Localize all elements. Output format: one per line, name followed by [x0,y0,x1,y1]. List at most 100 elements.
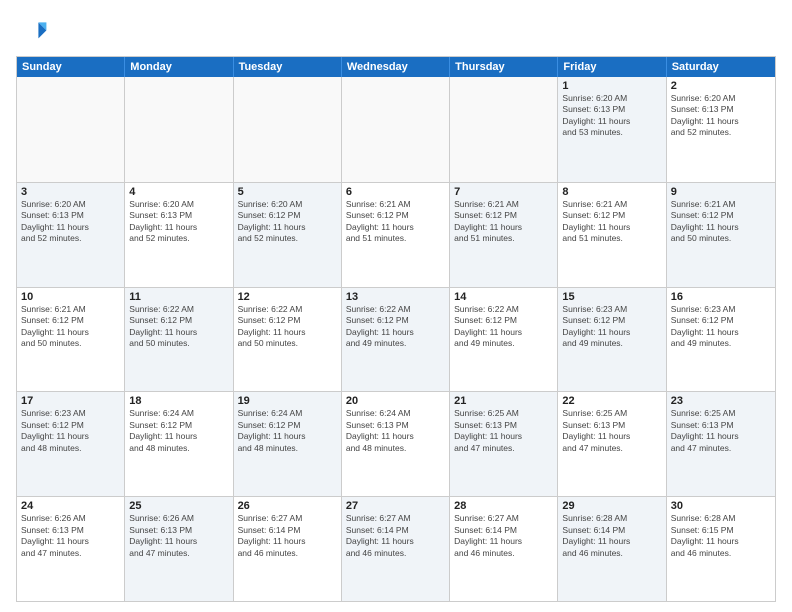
day-cell-9: 9Sunrise: 6:21 AMSunset: 6:12 PMDaylight… [667,183,775,287]
day-number: 1 [562,80,661,92]
day-number: 12 [238,291,337,303]
day-cell-12: 12Sunrise: 6:22 AMSunset: 6:12 PMDayligh… [234,288,342,392]
day-info: Sunrise: 6:21 AMSunset: 6:12 PMDaylight:… [346,199,445,245]
day-number: 11 [129,291,228,303]
day-info: Sunrise: 6:28 AMSunset: 6:14 PMDaylight:… [562,513,661,559]
day-info: Sunrise: 6:22 AMSunset: 6:12 PMDaylight:… [346,304,445,350]
day-cell-19: 19Sunrise: 6:24 AMSunset: 6:12 PMDayligh… [234,392,342,496]
day-number: 25 [129,500,228,512]
calendar-header: SundayMondayTuesdayWednesdayThursdayFrid… [17,57,775,77]
day-cell-18: 18Sunrise: 6:24 AMSunset: 6:12 PMDayligh… [125,392,233,496]
day-cell-23: 23Sunrise: 6:25 AMSunset: 6:13 PMDayligh… [667,392,775,496]
day-info: Sunrise: 6:24 AMSunset: 6:12 PMDaylight:… [238,408,337,454]
day-cell-6: 6Sunrise: 6:21 AMSunset: 6:12 PMDaylight… [342,183,450,287]
day-cell-21: 21Sunrise: 6:25 AMSunset: 6:13 PMDayligh… [450,392,558,496]
weekday-header-wednesday: Wednesday [342,57,450,77]
empty-cell [450,77,558,182]
weekday-header-friday: Friday [558,57,666,77]
day-number: 16 [671,291,771,303]
day-info: Sunrise: 6:25 AMSunset: 6:13 PMDaylight:… [562,408,661,454]
day-number: 27 [346,500,445,512]
day-cell-4: 4Sunrise: 6:20 AMSunset: 6:13 PMDaylight… [125,183,233,287]
weekday-header-sunday: Sunday [17,57,125,77]
day-number: 8 [562,186,661,198]
day-info: Sunrise: 6:27 AMSunset: 6:14 PMDaylight:… [454,513,553,559]
day-number: 23 [671,395,771,407]
day-cell-26: 26Sunrise: 6:27 AMSunset: 6:14 PMDayligh… [234,497,342,601]
day-number: 29 [562,500,661,512]
day-number: 4 [129,186,228,198]
day-info: Sunrise: 6:24 AMSunset: 6:13 PMDaylight:… [346,408,445,454]
calendar-body: 1Sunrise: 6:20 AMSunset: 6:13 PMDaylight… [17,77,775,601]
day-number: 6 [346,186,445,198]
day-cell-28: 28Sunrise: 6:27 AMSunset: 6:14 PMDayligh… [450,497,558,601]
day-number: 15 [562,291,661,303]
empty-cell [342,77,450,182]
day-info: Sunrise: 6:20 AMSunset: 6:13 PMDaylight:… [129,199,228,245]
day-cell-27: 27Sunrise: 6:27 AMSunset: 6:14 PMDayligh… [342,497,450,601]
day-number: 14 [454,291,553,303]
calendar-row-4: 24Sunrise: 6:26 AMSunset: 6:13 PMDayligh… [17,496,775,601]
page-header [16,16,776,48]
day-cell-22: 22Sunrise: 6:25 AMSunset: 6:13 PMDayligh… [558,392,666,496]
day-cell-29: 29Sunrise: 6:28 AMSunset: 6:14 PMDayligh… [558,497,666,601]
day-info: Sunrise: 6:21 AMSunset: 6:12 PMDaylight:… [21,304,120,350]
logo [16,16,52,48]
day-info: Sunrise: 6:22 AMSunset: 6:12 PMDaylight:… [238,304,337,350]
calendar-row-1: 3Sunrise: 6:20 AMSunset: 6:13 PMDaylight… [17,182,775,287]
day-number: 20 [346,395,445,407]
day-cell-2: 2Sunrise: 6:20 AMSunset: 6:13 PMDaylight… [667,77,775,182]
day-info: Sunrise: 6:21 AMSunset: 6:12 PMDaylight:… [562,199,661,245]
weekday-header-thursday: Thursday [450,57,558,77]
weekday-header-monday: Monday [125,57,233,77]
empty-cell [234,77,342,182]
empty-cell [125,77,233,182]
day-number: 21 [454,395,553,407]
day-info: Sunrise: 6:20 AMSunset: 6:13 PMDaylight:… [21,199,120,245]
day-number: 5 [238,186,337,198]
day-cell-7: 7Sunrise: 6:21 AMSunset: 6:12 PMDaylight… [450,183,558,287]
day-number: 26 [238,500,337,512]
day-cell-15: 15Sunrise: 6:23 AMSunset: 6:12 PMDayligh… [558,288,666,392]
day-info: Sunrise: 6:21 AMSunset: 6:12 PMDaylight:… [454,199,553,245]
day-number: 13 [346,291,445,303]
day-info: Sunrise: 6:20 AMSunset: 6:12 PMDaylight:… [238,199,337,245]
day-cell-11: 11Sunrise: 6:22 AMSunset: 6:12 PMDayligh… [125,288,233,392]
day-number: 22 [562,395,661,407]
day-cell-25: 25Sunrise: 6:26 AMSunset: 6:13 PMDayligh… [125,497,233,601]
day-info: Sunrise: 6:25 AMSunset: 6:13 PMDaylight:… [454,408,553,454]
day-number: 24 [21,500,120,512]
day-info: Sunrise: 6:21 AMSunset: 6:12 PMDaylight:… [671,199,771,245]
day-number: 18 [129,395,228,407]
day-info: Sunrise: 6:23 AMSunset: 6:12 PMDaylight:… [671,304,771,350]
day-info: Sunrise: 6:23 AMSunset: 6:12 PMDaylight:… [21,408,120,454]
day-cell-5: 5Sunrise: 6:20 AMSunset: 6:12 PMDaylight… [234,183,342,287]
day-cell-14: 14Sunrise: 6:22 AMSunset: 6:12 PMDayligh… [450,288,558,392]
day-number: 19 [238,395,337,407]
empty-cell [17,77,125,182]
weekday-header-tuesday: Tuesday [234,57,342,77]
day-info: Sunrise: 6:27 AMSunset: 6:14 PMDaylight:… [346,513,445,559]
day-number: 10 [21,291,120,303]
day-cell-8: 8Sunrise: 6:21 AMSunset: 6:12 PMDaylight… [558,183,666,287]
day-info: Sunrise: 6:26 AMSunset: 6:13 PMDaylight:… [129,513,228,559]
day-cell-10: 10Sunrise: 6:21 AMSunset: 6:12 PMDayligh… [17,288,125,392]
day-number: 30 [671,500,771,512]
day-info: Sunrise: 6:26 AMSunset: 6:13 PMDaylight:… [21,513,120,559]
day-cell-1: 1Sunrise: 6:20 AMSunset: 6:13 PMDaylight… [558,77,666,182]
day-cell-13: 13Sunrise: 6:22 AMSunset: 6:12 PMDayligh… [342,288,450,392]
day-info: Sunrise: 6:20 AMSunset: 6:13 PMDaylight:… [562,93,661,139]
calendar: SundayMondayTuesdayWednesdayThursdayFrid… [16,56,776,602]
day-number: 2 [671,80,771,92]
day-info: Sunrise: 6:22 AMSunset: 6:12 PMDaylight:… [129,304,228,350]
day-cell-3: 3Sunrise: 6:20 AMSunset: 6:13 PMDaylight… [17,183,125,287]
day-info: Sunrise: 6:24 AMSunset: 6:12 PMDaylight:… [129,408,228,454]
weekday-header-saturday: Saturday [667,57,775,77]
day-cell-20: 20Sunrise: 6:24 AMSunset: 6:13 PMDayligh… [342,392,450,496]
day-number: 9 [671,186,771,198]
day-info: Sunrise: 6:28 AMSunset: 6:15 PMDaylight:… [671,513,771,559]
day-info: Sunrise: 6:23 AMSunset: 6:12 PMDaylight:… [562,304,661,350]
day-info: Sunrise: 6:25 AMSunset: 6:13 PMDaylight:… [671,408,771,454]
day-number: 17 [21,395,120,407]
day-info: Sunrise: 6:27 AMSunset: 6:14 PMDaylight:… [238,513,337,559]
